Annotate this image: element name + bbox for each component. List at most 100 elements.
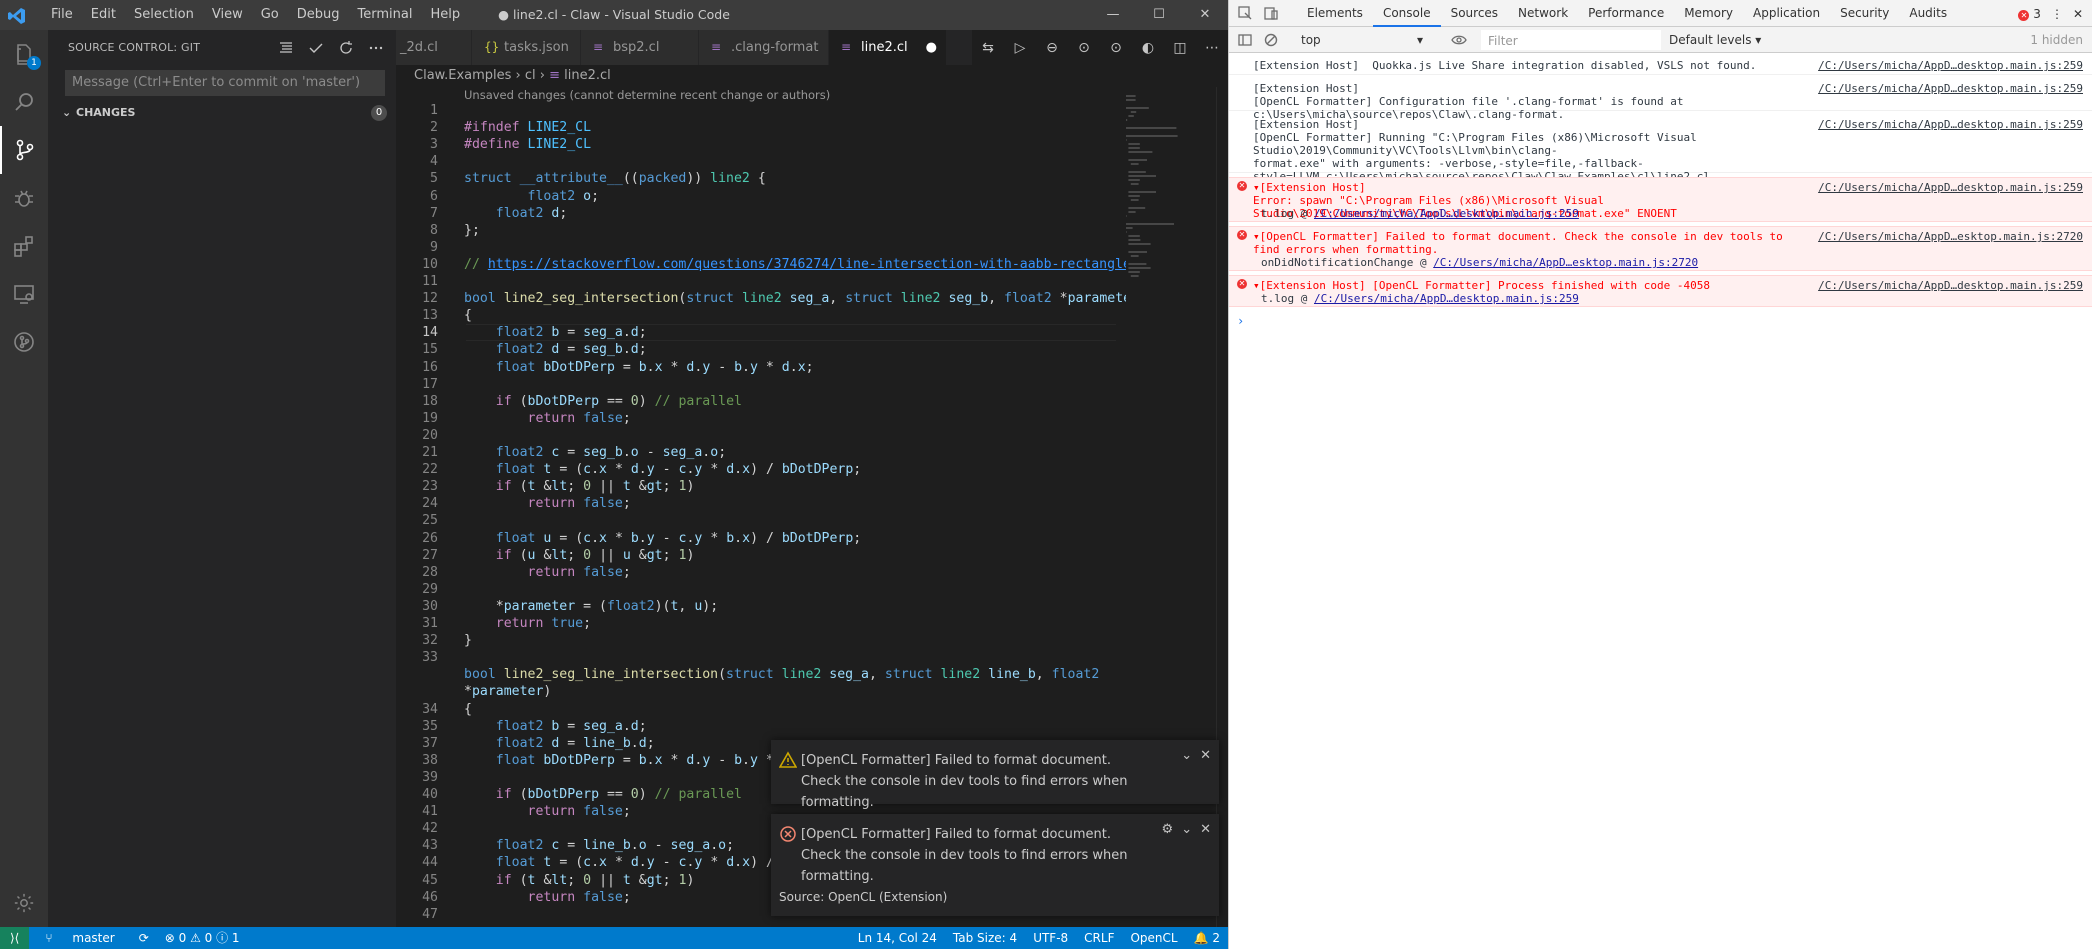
minimize-button[interactable]: — xyxy=(1090,0,1136,30)
devtools-tab-audits[interactable]: Audits xyxy=(1899,0,1957,27)
code-line[interactable]: 14 float2 b = seg_a.d; xyxy=(396,324,1126,341)
devtools-menu-icon[interactable]: ⋮ xyxy=(2051,7,2063,21)
stack-frame-link[interactable]: /C:/Users/micha/AppD…desktop.main.js:259 xyxy=(1314,207,1579,220)
tab-clang-format[interactable]: ≡ .clang-format xyxy=(699,30,829,65)
tab-2d-cl[interactable]: _2d.cl xyxy=(396,30,472,65)
device-toolbar-icon[interactable] xyxy=(1263,5,1279,21)
more-editor-actions-icon[interactable]: ⋯ xyxy=(1196,40,1228,56)
refresh-icon[interactable] xyxy=(336,38,356,58)
search-icon[interactable] xyxy=(0,78,48,126)
toggle-blame-icon[interactable]: ◐ xyxy=(1132,40,1164,56)
compare-changes-icon[interactable]: ⇆ xyxy=(972,40,1004,56)
code-line[interactable]: 3 #define LINE2_CL xyxy=(396,136,1126,153)
explorer-icon[interactable]: 1 xyxy=(0,30,48,78)
code-line[interactable]: 19 return false; xyxy=(396,410,1126,427)
go-next-change-icon[interactable]: ⊙ xyxy=(1100,40,1132,56)
breadcrumb-item[interactable]: Claw.Examples xyxy=(414,68,511,83)
problems-indicator[interactable]: ⊗ 0 ⚠ 0 ⓘ 1 xyxy=(157,927,248,949)
devtools-tab-elements[interactable]: Elements xyxy=(1297,0,1373,27)
commit-check-icon[interactable] xyxy=(306,38,326,58)
maximize-button[interactable]: ☐ xyxy=(1136,0,1182,30)
code-line[interactable]: 26 float u = (c.x * b.y - c.y * b.x) / b… xyxy=(396,530,1126,547)
commit-message-input[interactable]: Message (Ctrl+Enter to commit on 'master… xyxy=(65,70,385,96)
cursor-position[interactable]: Ln 14, Col 24 xyxy=(850,927,945,949)
breadcrumb-item[interactable]: cl xyxy=(525,68,536,83)
code-line[interactable]: 20 xyxy=(396,427,1126,444)
code-line[interactable]: 21 float2 c = seg_b.o - seg_a.o; xyxy=(396,444,1126,461)
live-expression-eye-icon[interactable] xyxy=(1451,32,1467,48)
log-levels-dropdown[interactable]: Default levels ▾ xyxy=(1669,31,1761,49)
devtools-tab-performance[interactable]: Performance xyxy=(1578,0,1674,27)
code-line[interactable]: 34 { xyxy=(396,701,1126,718)
source-link[interactable]: /C:/Users/micha/AppD…desktop.main.js:259 xyxy=(1818,181,2083,194)
inspect-element-icon[interactable] xyxy=(1237,5,1253,21)
code-line[interactable]: 30 *parameter = (float2)(t, u); xyxy=(396,598,1126,615)
code-line[interactable]: 9 xyxy=(396,239,1126,256)
extensions-icon[interactable] xyxy=(0,222,48,270)
encoding[interactable]: UTF-8 xyxy=(1025,927,1076,949)
code-line[interactable]: 23 if (t &lt; 0 || t &gt; 1) xyxy=(396,478,1126,495)
menu-item-view[interactable]: View xyxy=(203,0,252,30)
minimap[interactable] xyxy=(1122,87,1218,507)
close-notification-icon[interactable]: ✕ xyxy=(1200,822,1211,837)
devtools-tab-security[interactable]: Security xyxy=(1830,0,1899,27)
stack-frame-link[interactable]: /C:/Users/micha/AppD…desktop.main.js:259 xyxy=(1314,292,1579,305)
menu-item-terminal[interactable]: Terminal xyxy=(349,0,422,30)
code-line[interactable]: 15 float2 d = seg_b.d; xyxy=(396,341,1126,358)
devtools-tab-sources[interactable]: Sources xyxy=(1441,0,1508,27)
code-line[interactable]: 12 bool line2_seg_intersection(struct lin… xyxy=(396,290,1126,307)
code-line[interactable]: 31 return true; xyxy=(396,615,1126,632)
devtools-tab-console[interactable]: Console xyxy=(1372,0,1441,27)
menu-item-file[interactable]: File xyxy=(42,0,82,30)
tab-bsp2-cl[interactable]: ≡ bsp2.cl xyxy=(581,30,699,65)
devtools-tab-memory[interactable]: Memory xyxy=(1674,0,1743,27)
go-back-icon[interactable]: ⊖ xyxy=(1036,40,1068,56)
code-line[interactable]: 8}; xyxy=(396,222,1126,239)
expand-chevron-icon[interactable]: ⌄ xyxy=(1181,748,1192,763)
code-line[interactable]: 28 return false; xyxy=(396,564,1126,581)
branch-indicator[interactable]: ⑂ master xyxy=(29,927,130,949)
menu-item-help[interactable]: Help xyxy=(421,0,469,30)
code-line[interactable]: 18 if (bDotDPerp == 0) // parallel xyxy=(396,393,1126,410)
code-line[interactable]: 4 xyxy=(396,153,1126,170)
close-devtools-icon[interactable]: ✕ xyxy=(2073,7,2083,21)
code-line[interactable]: 16 float bDotDPerp = b.x * d.y - b.y * d… xyxy=(396,359,1126,376)
changes-section-header[interactable]: ⌄ CHANGES 0 xyxy=(48,102,396,124)
remote-explorer-icon[interactable] xyxy=(0,270,48,318)
source-link[interactable]: /C:/Users/micha/AppD…desktop.main.js:259 xyxy=(1818,118,2083,131)
expand-chevron-icon[interactable]: ⌄ xyxy=(1181,822,1192,837)
code-line[interactable]: 10 // https://stackoverflow.com/questions… xyxy=(396,256,1126,273)
breadcrumb-item[interactable]: line2.cl xyxy=(564,68,611,83)
code-line[interactable]: 25 xyxy=(396,512,1126,529)
more-actions-icon[interactable] xyxy=(366,38,386,58)
dirty-indicator-icon[interactable]: ● xyxy=(926,40,937,55)
devtools-tab-application[interactable]: Application xyxy=(1743,0,1830,27)
code-line[interactable]: 17 xyxy=(396,376,1126,393)
settings-gear-icon[interactable] xyxy=(0,879,48,927)
source-control-icon[interactable] xyxy=(0,126,48,174)
menu-item-edit[interactable]: Edit xyxy=(82,0,125,30)
code-line[interactable]: 35 float2 b = seg_a.d; xyxy=(396,718,1126,735)
split-editor-icon[interactable]: ◫ xyxy=(1164,40,1196,56)
code-line[interactable]: 1 xyxy=(396,102,1126,119)
devtools-tab-network[interactable]: Network xyxy=(1508,0,1578,27)
code-line[interactable]: 32} xyxy=(396,632,1126,649)
tab-line2-cl[interactable]: ≡ line2.cl ● xyxy=(829,30,947,65)
code-line[interactable]: 29 xyxy=(396,581,1126,598)
source-link[interactable]: /C:/Users/micha/AppD…desktop.main.js:259 xyxy=(1818,59,2083,72)
show-sidebar-icon[interactable] xyxy=(1237,32,1253,48)
run-icon[interactable]: ▷ xyxy=(1004,40,1036,56)
code-line[interactable]: 5 struct __attribute__((packed)) line2 { xyxy=(396,170,1126,187)
code-line[interactable]: *parameter) xyxy=(396,683,1126,700)
view-as-list-icon[interactable] xyxy=(276,38,296,58)
code-line[interactable]: 33 xyxy=(396,649,1126,666)
code-line[interactable]: bool line2_seg_line_intersection(struct … xyxy=(396,666,1126,683)
code-line[interactable]: 7 float2 d; xyxy=(396,205,1126,222)
go-prev-change-icon[interactable]: ⊙ xyxy=(1068,40,1100,56)
error-count-badge[interactable]: ✕ 3 xyxy=(2018,7,2041,21)
close-window-button[interactable]: ✕ xyxy=(1182,0,1228,30)
context-selector[interactable]: top ▾ xyxy=(1297,31,1427,49)
notifications-bell-icon[interactable]: 🔔 2 xyxy=(1186,927,1228,949)
sync-icon[interactable]: ⟳ xyxy=(131,927,157,949)
menu-item-selection[interactable]: Selection xyxy=(125,0,203,30)
